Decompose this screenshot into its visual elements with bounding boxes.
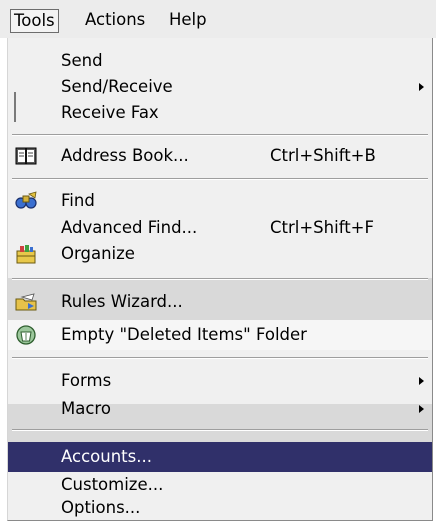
menu-actions[interactable]: Actions [82,9,148,31]
menu-help[interactable]: Help [166,9,210,31]
menu-item-label: Options... [61,498,141,517]
menu-item-label: Accounts... [61,447,152,466]
address-book-icon [14,145,38,167]
submenu-arrow-icon [419,405,424,413]
menu-item-empty-deleted-items[interactable]: Empty "Deleted Items" Folder [8,320,432,350]
menu-item-shortcut: Ctrl+Shift+B [270,146,376,165]
menu-item-organize[interactable]: Organize [8,239,432,269]
menu-separator [12,357,428,359]
menu-tools[interactable]: Tools [10,9,59,33]
menu-item-rules-wizard[interactable]: Rules Wizard... [8,287,432,317]
menu-item-label: Find [61,191,95,210]
menu-separator [12,134,428,136]
menu-item-label: Forms [61,371,112,390]
submenu-arrow-icon [419,83,424,91]
menu-item-label: Rules Wizard... [61,292,183,311]
organize-icon [14,243,38,265]
menu-separator [12,278,428,280]
rules-wizard-icon [14,291,38,313]
submenu-arrow-icon [419,377,424,385]
menu-item-label: Receive Fax [61,103,159,122]
tools-dropdown-menu: Send Send/Receive Receive Fax Address Bo… [7,38,433,521]
menu-separator [12,429,428,431]
recycle-bin-icon [14,324,38,346]
menu-item-accounts[interactable]: Accounts... [8,442,432,472]
menu-separator [12,178,428,180]
menu-item-forms[interactable]: Forms [8,366,432,396]
menu-item-macro[interactable]: Macro [8,394,432,424]
menu-item-label: Empty "Deleted Items" Folder [61,325,307,344]
find-binoculars-icon [14,190,38,212]
menu-bar: Tools Actions Help [0,0,436,38]
menu-item-find[interactable]: Find [8,186,432,216]
menu-item-label: Address Book... [61,146,189,165]
menu-item-label: Macro [61,399,111,418]
menu-item-receive-fax[interactable]: Receive Fax [8,98,432,128]
menu-item-address-book[interactable]: Address Book... Ctrl+Shift+B [8,141,432,171]
menu-item-label: Organize [61,244,135,263]
menu-item-options[interactable]: Options... [8,496,432,520]
